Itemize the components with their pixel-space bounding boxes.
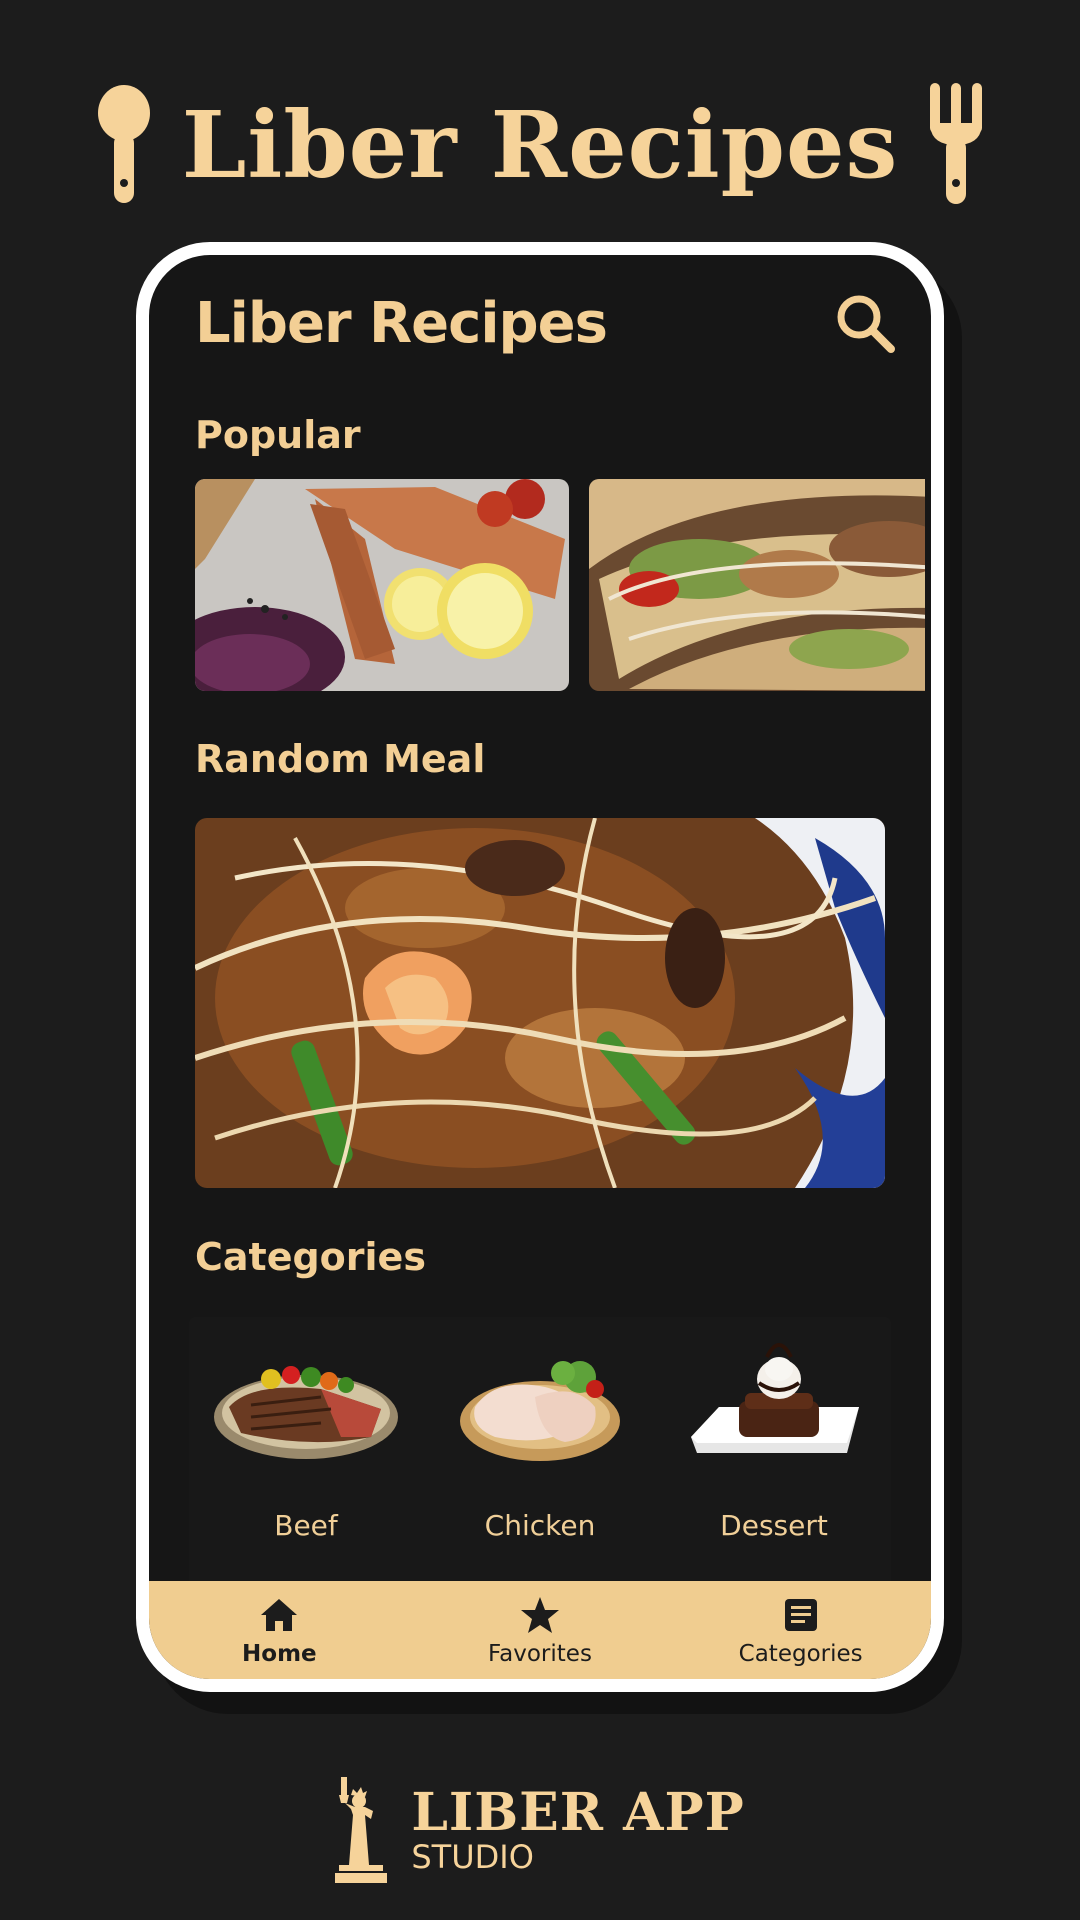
salmon-dish-image bbox=[195, 479, 569, 691]
home-icon bbox=[261, 1599, 298, 1631]
app-title: Liber Recipes bbox=[195, 290, 608, 356]
category-item-chicken[interactable]: Chicken bbox=[440, 1337, 640, 1542]
popular-carousel[interactable] bbox=[195, 479, 925, 693]
nav-label-home: Home bbox=[242, 1641, 317, 1667]
categories-heading: Categories bbox=[195, 1235, 426, 1279]
article-icon bbox=[784, 1599, 817, 1631]
search-icon bbox=[837, 295, 895, 353]
promo-title: Liber Recipes bbox=[181, 91, 899, 199]
star-icon bbox=[520, 1597, 559, 1633]
spoon-icon bbox=[97, 85, 150, 203]
fork-icon bbox=[930, 83, 983, 204]
studio-name: LIBER APP bbox=[411, 1782, 745, 1843]
nav-item-favorites[interactable]: Favorites bbox=[430, 1593, 650, 1667]
categories-list: Beef Chicken Dessert bbox=[189, 1317, 891, 1601]
studio-subtitle: STUDIO bbox=[411, 1838, 534, 1876]
nav-label-categories: Categories bbox=[738, 1641, 863, 1667]
random-meal-card[interactable] bbox=[195, 818, 885, 1188]
category-label-dessert: Dessert bbox=[720, 1509, 828, 1542]
dessert-plate-image bbox=[691, 1343, 859, 1453]
popular-card-tacos[interactable] bbox=[589, 479, 925, 691]
random-meal-heading: Random Meal bbox=[195, 737, 486, 781]
category-label-beef: Beef bbox=[274, 1509, 338, 1542]
category-label-chicken: Chicken bbox=[484, 1509, 596, 1542]
beef-plate-image bbox=[214, 1366, 398, 1459]
phone-frame: Liber Recipes Popular Random Meal Catego… bbox=[136, 242, 944, 1692]
studio-branding: LIBER APP STUDIO bbox=[0, 1770, 1080, 1890]
nav-label-favorites: Favorites bbox=[488, 1641, 592, 1667]
category-item-beef[interactable]: Beef bbox=[206, 1337, 406, 1542]
search-button[interactable] bbox=[829, 287, 901, 359]
noodle-dish-image bbox=[195, 818, 885, 1188]
chicken-plate-image bbox=[460, 1361, 620, 1461]
nav-item-home[interactable]: Home bbox=[169, 1593, 389, 1667]
popular-card-salmon[interactable] bbox=[195, 479, 569, 691]
tacos-dish-image bbox=[589, 479, 925, 691]
bottom-navigation: Home Favorites Categories bbox=[149, 1581, 931, 1679]
app-screen: Liber Recipes Popular Random Meal Catego… bbox=[149, 255, 931, 1679]
promo-header: Liber Recipes bbox=[0, 80, 1080, 210]
statue-of-liberty-logo bbox=[335, 1777, 388, 1883]
nav-item-categories[interactable]: Categories bbox=[691, 1593, 911, 1667]
category-item-dessert[interactable]: Dessert bbox=[674, 1337, 874, 1542]
app-bar: Liber Recipes bbox=[195, 283, 901, 363]
popular-heading: Popular bbox=[195, 413, 361, 457]
